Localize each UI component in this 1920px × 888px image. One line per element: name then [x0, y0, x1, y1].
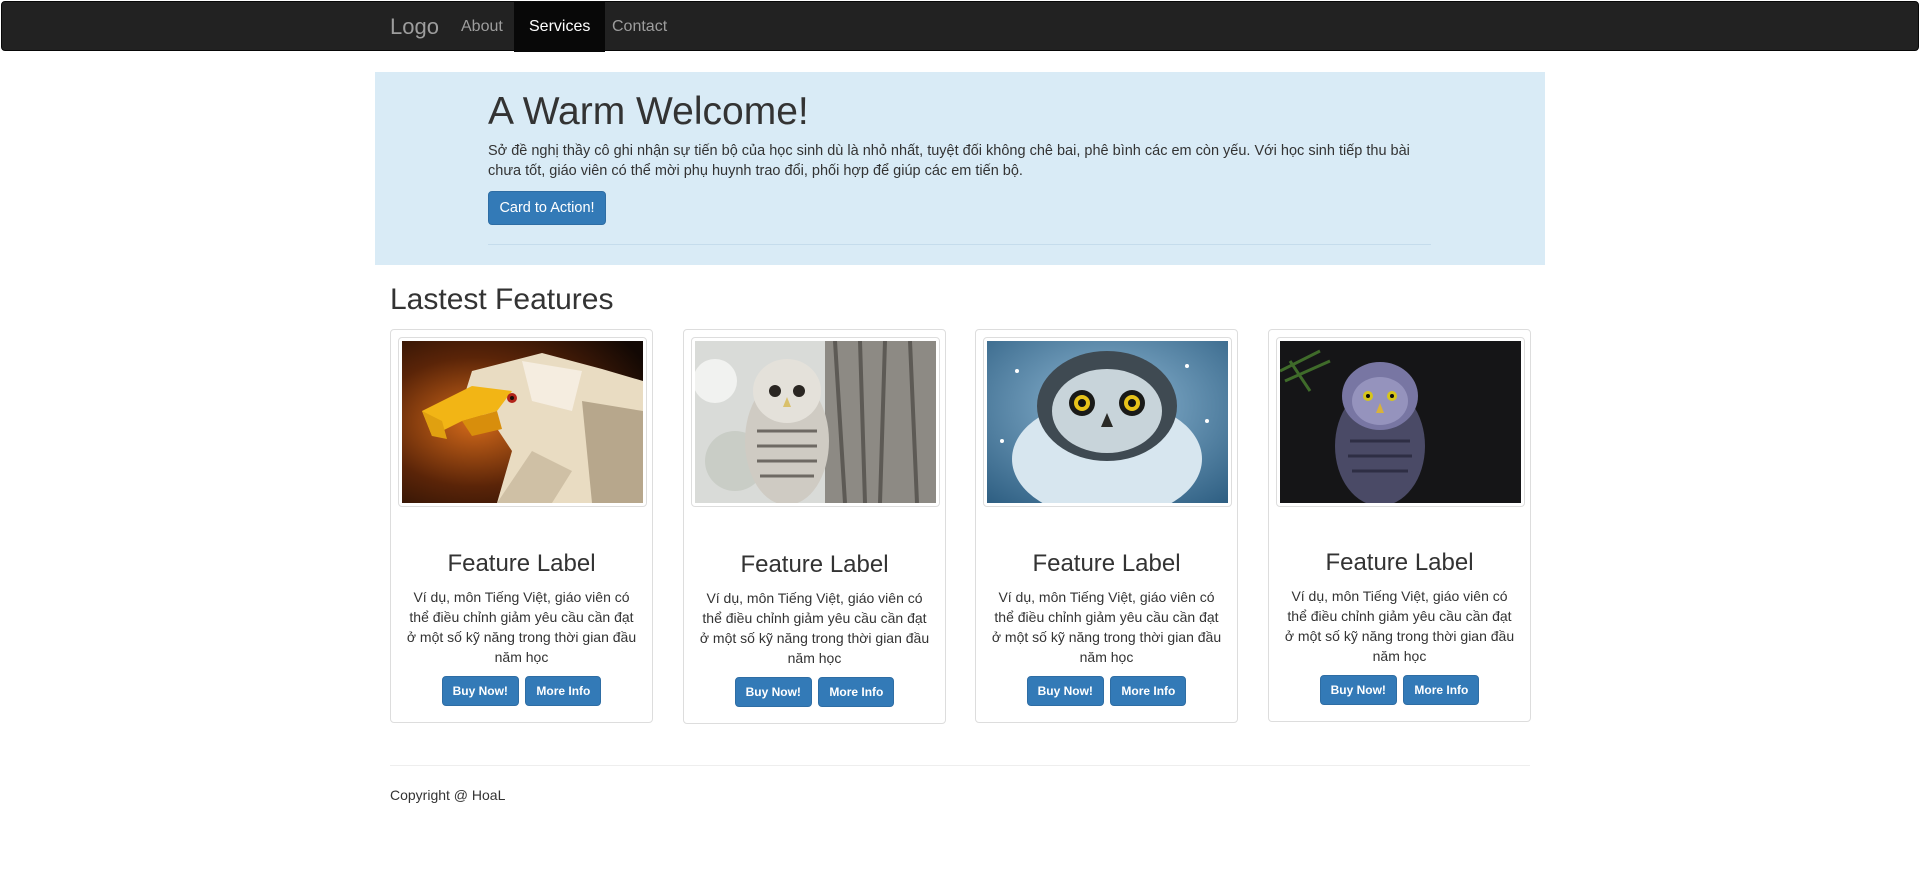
feature-description: Ví dụ, môn Tiếng Việt, giáo viên có thể …	[699, 590, 930, 666]
nav-item-services[interactable]: Services	[514, 2, 606, 52]
feature-label: Feature Label	[447, 550, 596, 577]
eagle-image	[398, 337, 647, 507]
footer-divider	[390, 765, 1530, 766]
buy-now-button[interactable]: Buy Now!	[441, 676, 519, 706]
feature-label: Feature Label	[1032, 550, 1181, 577]
feature-description: Ví dụ, môn Tiếng Việt, giáo viên có thể …	[1284, 588, 1515, 664]
nav-item-about[interactable]: About	[446, 2, 518, 52]
buy-now-button[interactable]: Buy Now!	[1319, 675, 1397, 705]
welcome-title: A Warm Welcome!	[488, 90, 809, 133]
buy-now-button[interactable]: Buy Now!	[734, 677, 812, 707]
dark-owl-image	[1276, 337, 1525, 507]
footer-copyright: Copyright @ HoaL	[390, 787, 506, 803]
snowy-owl-image	[983, 337, 1232, 507]
feature-label: Feature Label	[740, 551, 889, 578]
more-info-button[interactable]: More Info	[1110, 676, 1187, 706]
navbar: Logo About Services Contact	[1, 1, 1919, 52]
features-title: Lastest Features	[390, 283, 614, 316]
call-to-action-button[interactable]: Card to Action!	[488, 191, 606, 225]
feature-card: Feature Label Ví dụ, môn Tiếng Việt, giá…	[975, 329, 1238, 723]
nav-item-contact[interactable]: Contact	[597, 2, 682, 52]
owl-tree-image	[691, 337, 940, 507]
brand-logo[interactable]: Logo	[390, 2, 439, 52]
feature-description: Ví dụ, môn Tiếng Việt, giáo viên có thể …	[406, 589, 637, 665]
feature-description: Ví dụ, môn Tiếng Việt, giáo viên có thể …	[991, 589, 1222, 665]
welcome-text: Sở đề nghị thầy cô ghi nhận sự tiến bộ c…	[488, 143, 1410, 179]
feature-card: Feature Label Ví dụ, môn Tiếng Việt, giá…	[390, 329, 653, 723]
feature-label: Feature Label	[1325, 549, 1474, 576]
feature-card: Feature Label Ví dụ, môn Tiếng Việt, giá…	[683, 329, 946, 724]
more-info-button[interactable]: More Info	[818, 677, 895, 707]
welcome-jumbotron: A Warm Welcome! Sở đề nghị thầy cô ghi n…	[375, 72, 1545, 265]
buy-now-button[interactable]: Buy Now!	[1026, 676, 1104, 706]
more-info-button[interactable]: More Info	[1403, 675, 1480, 705]
jumbotron-divider	[488, 244, 1431, 245]
feature-card: Feature Label Ví dụ, môn Tiếng Việt, giá…	[1268, 329, 1531, 722]
more-info-button[interactable]: More Info	[525, 676, 602, 706]
